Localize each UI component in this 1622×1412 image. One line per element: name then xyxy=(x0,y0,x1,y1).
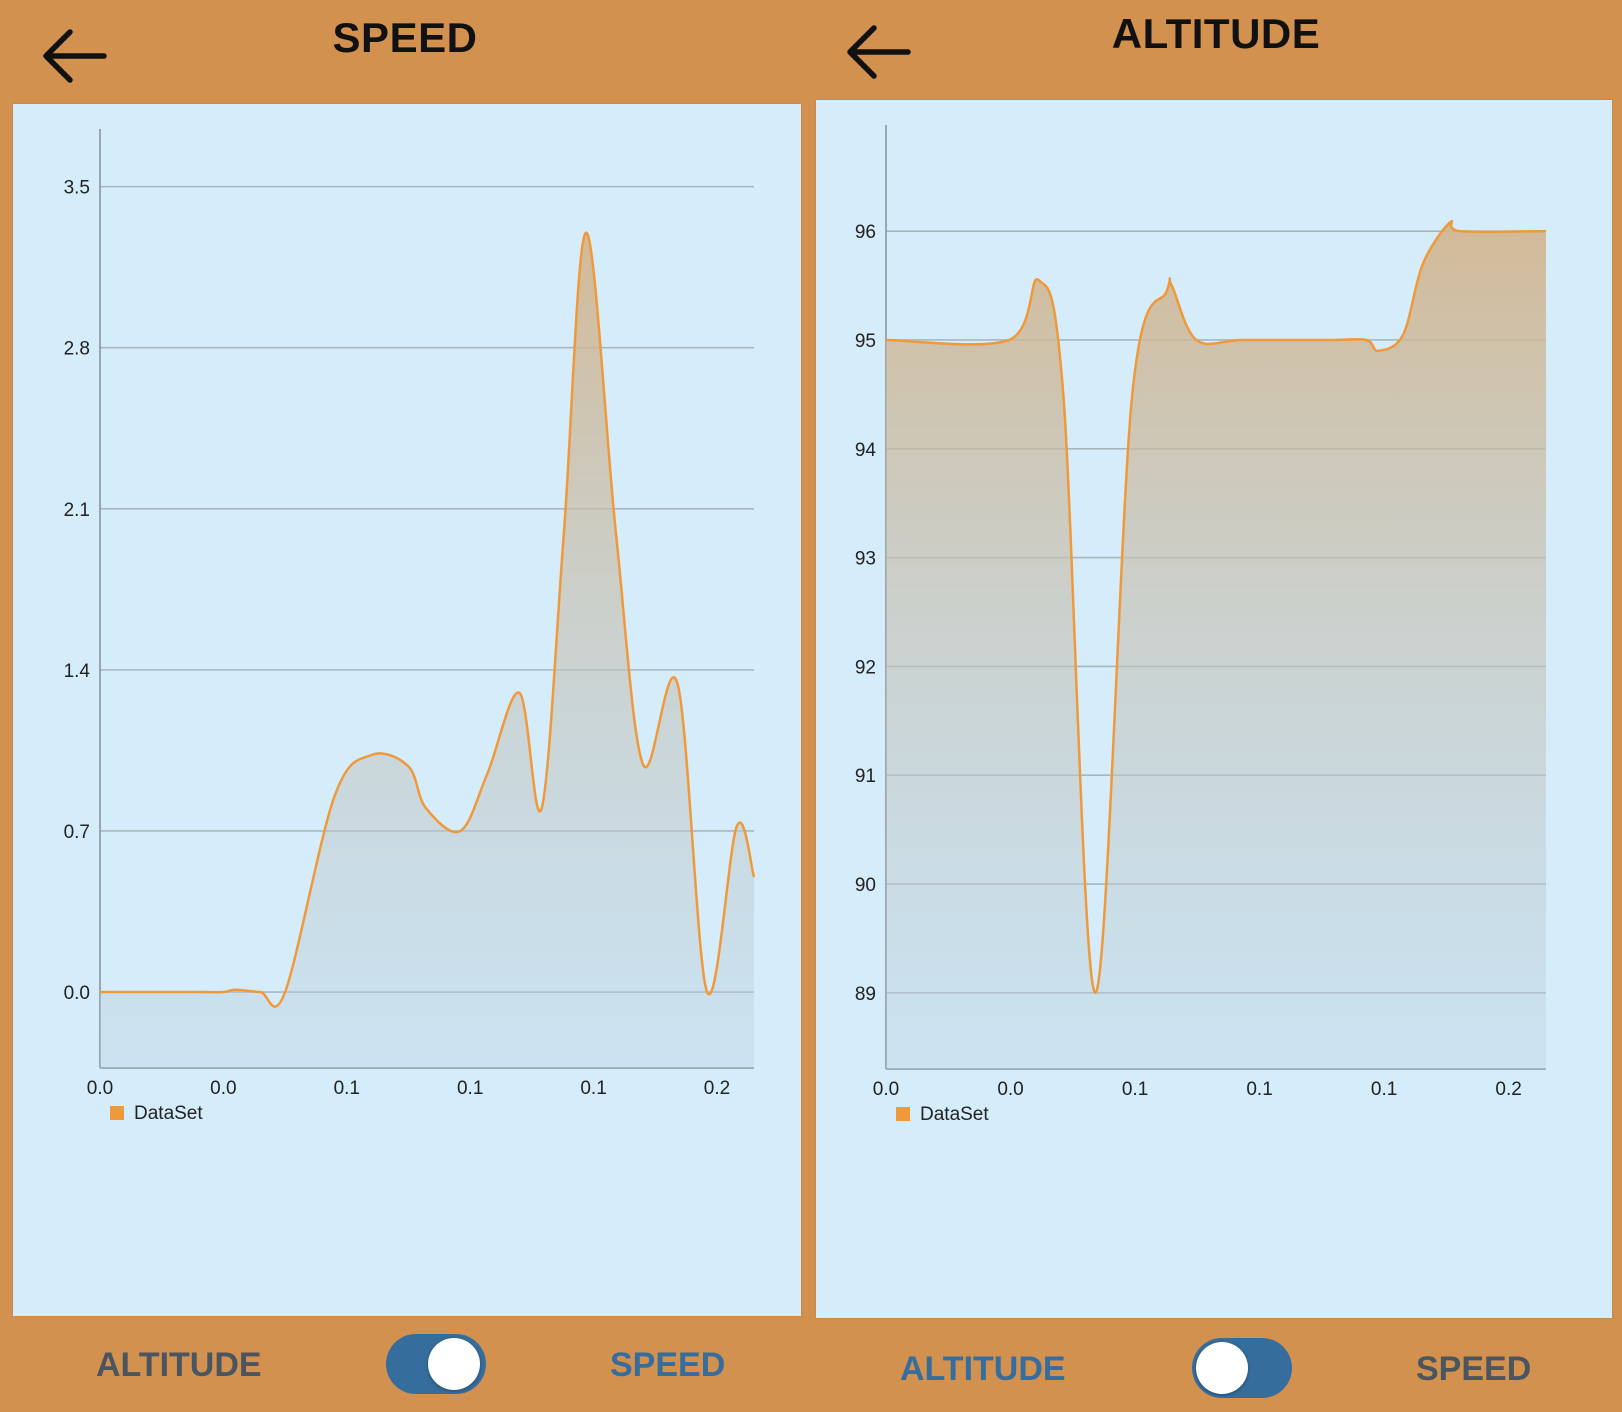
y-tick-label: 89 xyxy=(855,984,876,1005)
y-tick-label: 94 xyxy=(855,440,877,461)
speed-chart: 0.0 0.7 1.4 2.1 2.8 3.5 0.0 0.0 0.1 0.1 0.1 0.2 Data… xyxy=(64,129,756,1124)
series-area xyxy=(886,221,1546,1069)
y-tick-label: 90 xyxy=(855,875,876,896)
y-tick-label: 0.0 xyxy=(64,983,90,1004)
chart-toggle-switch[interactable] xyxy=(386,1334,486,1394)
x-tick-label: 0.0 xyxy=(997,1079,1023,1100)
x-tick-label: 0.1 xyxy=(1122,1079,1148,1100)
y-tick-label: 2.8 xyxy=(64,339,90,360)
switch-knob xyxy=(1196,1342,1248,1394)
x-tick-label: 0.1 xyxy=(334,1078,360,1099)
x-tick-label: 0.0 xyxy=(87,1078,113,1099)
y-tick-label: 95 xyxy=(855,331,876,352)
x-tick-label: 0.0 xyxy=(873,1079,899,1100)
x-tick-label: 0.1 xyxy=(1246,1079,1272,1100)
y-tick-label: 96 xyxy=(855,222,876,243)
chart-toggle-switch[interactable] xyxy=(1192,1338,1292,1398)
speed-toggle-label[interactable]: SPEED xyxy=(610,1346,725,1385)
y-tick-label: 1.4 xyxy=(64,661,91,682)
altitude-chart-panel: 89 90 91 92 93 94 95 96 0.0 0.0 0.1 0.1 0.1 0.2 DataSe… xyxy=(816,100,1612,1318)
y-tick-label: 2.1 xyxy=(64,500,90,521)
legend-label: DataSet xyxy=(920,1104,989,1125)
speed-chart-panel: 0.0 0.7 1.4 2.1 2.8 3.5 0.0 0.0 0.1 0.1 0.1 0.2 Data… xyxy=(13,104,801,1316)
legend-swatch xyxy=(110,1106,124,1120)
altitude-toggle-label[interactable]: ALTITUDE xyxy=(96,1346,262,1385)
page-title: ALTITUDE xyxy=(1111,10,1321,57)
speed-header: SPEED xyxy=(0,0,810,102)
page-title: SPEED xyxy=(332,14,478,61)
legend-label: DataSet xyxy=(134,1103,203,1124)
speed-toggle-label[interactable]: SPEED xyxy=(1416,1350,1531,1389)
chart-toggle-row: ALTITUDE SPEED xyxy=(0,1316,810,1412)
chart-toggle-row: ALTITUDE SPEED xyxy=(810,1316,1622,1412)
legend-swatch xyxy=(896,1107,910,1121)
y-tick-label: 93 xyxy=(855,549,876,570)
x-tick-label: 0.1 xyxy=(580,1078,606,1099)
switch-knob xyxy=(428,1338,480,1390)
altitude-toggle-label[interactable]: ALTITUDE xyxy=(900,1350,1066,1389)
x-tick-label: 0.0 xyxy=(210,1078,236,1099)
altitude-header: ALTITUDE xyxy=(810,0,1622,102)
y-tick-label: 3.5 xyxy=(64,178,90,199)
series-area xyxy=(100,232,754,1068)
y-tick-label: 92 xyxy=(855,657,876,678)
x-tick-label: 0.1 xyxy=(457,1078,483,1099)
altitude-screen: ALTITUDE 89 90 91 92 93 94 95 96 0.0 0.0 0.1 0.1 0.1… xyxy=(810,0,1622,1412)
x-tick-label: 0.2 xyxy=(704,1078,730,1099)
x-tick-label: 0.1 xyxy=(1371,1079,1397,1100)
y-tick-label: 91 xyxy=(855,766,876,787)
x-tick-label: 0.2 xyxy=(1495,1079,1521,1100)
y-tick-label: 0.7 xyxy=(64,822,90,843)
altitude-chart: 89 90 91 92 93 94 95 96 0.0 0.0 0.1 0.1 0.1 0.2 DataSe… xyxy=(855,125,1547,1125)
speed-screen: SPEED 0.0 0.7 1.4 2.1 2.8 3.5 0.0 0.0 0.1 0.1 0.1 0… xyxy=(0,0,810,1412)
